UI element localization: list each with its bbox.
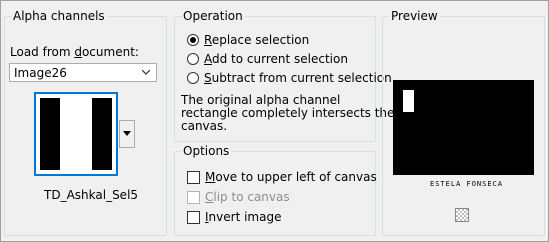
- document-select-value: Image26: [14, 66, 67, 80]
- add-to-current-selection-radio[interactable]: [187, 53, 199, 65]
- alpha-channel-thumbnail[interactable]: [34, 92, 118, 176]
- subtract-from-current-selection-radio[interactable]: [187, 72, 199, 84]
- preview-title: Preview: [389, 9, 440, 23]
- document-select[interactable]: Image26: [9, 63, 157, 82]
- thumbnail-image: [40, 98, 112, 170]
- subtract-from-current-selection-label[interactable]: Subtract from current selection: [204, 71, 392, 85]
- move-to-upper-left-checkbox[interactable]: [187, 171, 200, 184]
- alpha-channels-title: Alpha channels: [11, 9, 107, 23]
- selection-name-label: TD_Ashkal_Sel5: [44, 188, 139, 202]
- invert-image-checkbox[interactable]: [187, 211, 200, 224]
- move-to-upper-left-label[interactable]: Move to upper left of canvas: [205, 170, 377, 184]
- load-from-document-label: Load from document:: [10, 45, 139, 59]
- options-title: Options: [181, 144, 232, 158]
- description-line-2: rectangle completely intersects the: [181, 106, 395, 120]
- clip-to-canvas-checkbox[interactable]: [187, 191, 200, 204]
- thumbnail-dropdown-button[interactable]: [119, 120, 135, 148]
- chevron-down-icon: [142, 69, 150, 75]
- preview-selection: [403, 90, 414, 112]
- invert-image-label[interactable]: Invert image: [205, 210, 281, 224]
- operation-title: Operation: [181, 9, 245, 23]
- clip-to-canvas-label[interactable]: Clip to canvas: [205, 190, 290, 204]
- replace-selection-radio[interactable]: [187, 34, 199, 46]
- replace-selection-label[interactable]: Replace selection: [204, 33, 309, 47]
- preview-canvas: [393, 80, 534, 175]
- description-line-1: The original alpha channel: [181, 93, 341, 107]
- add-to-current-selection-label[interactable]: Add to current selection: [204, 52, 348, 66]
- watermark-text: ESTELA FONSECA: [430, 180, 504, 188]
- transparency-checker-icon[interactable]: [455, 208, 469, 222]
- dropdown-arrow-icon: [123, 131, 131, 136]
- description-line-3: canvas.: [181, 119, 228, 133]
